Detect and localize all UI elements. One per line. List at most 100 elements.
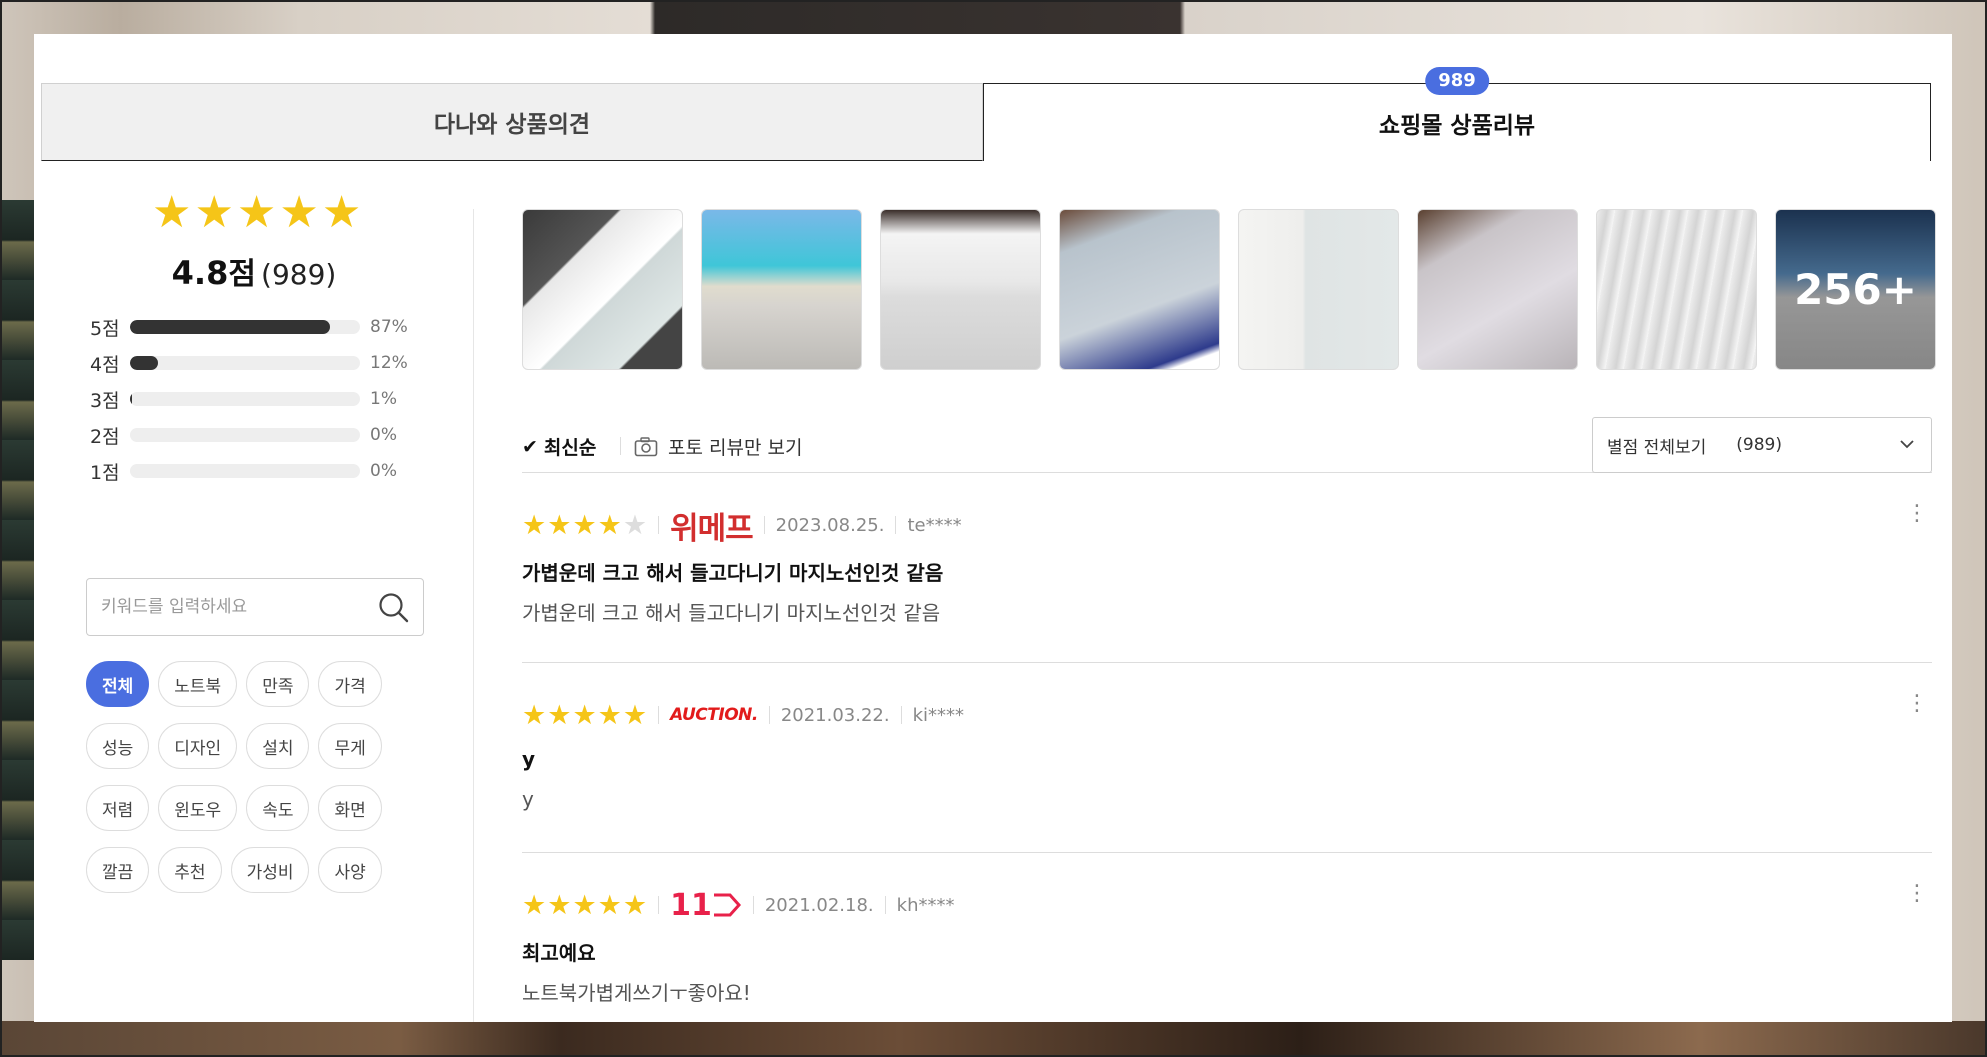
review-stars: ★ ★ ★ ★ ★ [522, 512, 647, 539]
keyword-chip[interactable]: 사양 [318, 847, 382, 893]
rating-distribution-label: 5점 [90, 317, 120, 340]
mall-logo: AUCTION. [670, 705, 758, 725]
star-icon: ★ [522, 509, 547, 541]
star-icon: ★ [597, 509, 622, 541]
rating-filter-select[interactable]: 별점 전체보기 (989) [1592, 417, 1932, 473]
photo-thumbnail[interactable] [880, 209, 1041, 370]
rating-distribution-percent: 1% [370, 389, 397, 409]
review-separator [895, 516, 897, 534]
chevron-down-icon [1900, 440, 1914, 449]
more-options-icon[interactable]: ⋮ [1906, 693, 1928, 715]
rating-distribution-bar [130, 464, 360, 478]
photo-thumbnail[interactable] [1238, 209, 1399, 370]
rating-distribution-percent: 12% [370, 353, 408, 373]
search-icon[interactable] [377, 591, 411, 625]
review-tabs: 다나와 상품의견 989 쇼핑몰 상품리뷰 [41, 67, 1931, 161]
review-separator [752, 896, 754, 914]
photo-thumbnail[interactable] [701, 209, 862, 370]
review-title: 최고예요 [522, 941, 596, 965]
star-icon: ★ [572, 699, 597, 731]
keyword-chip[interactable]: 깔끔 [86, 847, 150, 893]
mall-logo-text: 11 [670, 887, 712, 923]
review-title: y [522, 747, 536, 771]
keyword-chip[interactable]: 화면 [318, 785, 382, 831]
keyword-chip[interactable]: 노트북 [158, 661, 238, 707]
review-separator [900, 706, 902, 724]
background-desk [0, 1021, 1987, 1057]
review-stars: ★ ★ ★ ★ ★ [522, 892, 647, 919]
star-icon: ★ [194, 187, 234, 238]
review-user: kh**** [896, 894, 955, 916]
keyword-chip[interactable]: 가성비 [230, 847, 310, 893]
review-header: ★ ★ ★ ★ ★ 위메프 2023.08.25. te**** [522, 509, 962, 547]
review-header: ★ ★ ★ ★ ★ AUCTION. 2021.03.22. ki**** [522, 699, 964, 731]
rating-distribution: 5점 87% 4점 12% 3점 1% 2점 0% 1점 0% [90, 309, 430, 489]
rating-distribution-row: 5점 87% [90, 309, 430, 345]
star-icon: ★ [547, 889, 572, 921]
sort-newest[interactable]: ✔ 최신순 [522, 433, 596, 460]
check-icon: ✔ [522, 435, 538, 458]
review-body: 가볍운데 크고 해서 들고다니기 마지노선인것 같음 [522, 601, 941, 625]
keyword-chip-all[interactable]: 전체 [86, 661, 150, 707]
review-item: ★ ★ ★ ★ ★ 11 2021.02.18. kh**** ⋮ 최고예요 노트북가볍게쓰기ㅜ좋아… [522, 853, 1932, 1022]
rating-filter-count: (989) [1736, 435, 1782, 455]
tab-mall-reviews[interactable]: 989 쇼핑몰 상품리뷰 [983, 67, 1931, 161]
keyword-chip[interactable]: 디자인 [158, 723, 238, 769]
photo-review-only-toggle[interactable]: 포토 리뷰만 보기 [634, 433, 802, 460]
star-icon: ★ [622, 889, 648, 921]
more-options-icon[interactable]: ⋮ [1906, 503, 1928, 525]
star-icon: ★ [572, 509, 597, 541]
rating-distribution-percent: 0% [370, 425, 397, 445]
star-icon: ★ [622, 509, 648, 541]
keyword-chip[interactable]: 가격 [318, 661, 382, 707]
keyword-chip[interactable]: 만족 [246, 661, 310, 707]
rating-distribution-bar [130, 356, 360, 370]
photo-thumbnail[interactable] [1059, 209, 1220, 370]
keyword-chips: 전체 노트북 만족 가격성능 디자인 설치 무게저렴 윈도우 속도 화면깔끔 추천 가성비 사양 [86, 661, 406, 893]
mall-logo: 11 [670, 888, 742, 923]
rating-summary: ★ ★ ★ ★ ★ 4.8점 (989) 5점 87% 4점 12% 3점 1% 2점 0% 1… [34, 161, 474, 1022]
tab-danawa-opinions[interactable]: 다나와 상품의견 [41, 83, 983, 161]
keyword-chip[interactable]: 추천 [158, 847, 222, 893]
keyword-chip[interactable]: 속도 [246, 785, 310, 831]
review-separator [658, 896, 660, 914]
review-date: 2023.08.25. [775, 514, 885, 536]
review-title: 가볍운데 크고 해서 들고다니기 마지노선인것 같음 [522, 561, 944, 585]
photo-thumbnail[interactable] [1596, 209, 1757, 370]
sort-separator [620, 437, 621, 455]
background-bookshelf [0, 200, 34, 960]
score-value: 4.8 [171, 254, 229, 292]
rating-distribution-label: 3점 [90, 389, 120, 412]
tab-danawa-opinions-label: 다나와 상품의견 [433, 112, 591, 138]
rating-distribution-row: 3점 1% [90, 381, 430, 417]
photo-thumbnail-more[interactable]: 256+ [1775, 209, 1936, 370]
column-divider [473, 209, 474, 1022]
rating-distribution-percent: 0% [370, 461, 397, 481]
review-separator [658, 516, 660, 534]
keyword-chip[interactable]: 윈도우 [158, 785, 238, 831]
rating-distribution-bar [130, 428, 360, 442]
keyword-chip[interactable]: 성능 [86, 723, 150, 769]
star-icon: ★ [279, 187, 319, 238]
star-icon: ★ [622, 699, 648, 731]
star-icon: ★ [547, 699, 572, 731]
sort-newest-label: 최신순 [543, 437, 597, 459]
eleven-street-arrow-icon [713, 893, 741, 917]
star-icon: ★ [547, 509, 572, 541]
keyword-search-input[interactable] [101, 597, 371, 617]
photo-thumbnail[interactable] [522, 209, 683, 370]
review-item: ★ ★ ★ ★ ★ AUCTION. 2021.03.22. ki**** ⋮ y y [522, 663, 1932, 853]
star-icon: ★ [321, 187, 362, 238]
photo-thumbnail[interactable] [1417, 209, 1578, 370]
more-options-icon[interactable]: ⋮ [1906, 883, 1928, 905]
review-user: ki**** [912, 704, 965, 726]
photo-review-only-label: 포토 리뷰만 보기 [668, 437, 803, 459]
review-date: 2021.02.18. [764, 894, 874, 916]
sort-bar: ✔ 최신순 포토 리뷰만 보기 별점 전체보기 (989) [522, 417, 1932, 473]
star-icon: ★ [152, 187, 192, 238]
camera-icon [634, 436, 658, 456]
keyword-chip[interactable]: 저렴 [86, 785, 150, 831]
keyword-chip[interactable]: 무게 [318, 723, 382, 769]
keyword-chip[interactable]: 설치 [246, 723, 310, 769]
rating-distribution-label: 2점 [90, 425, 120, 448]
